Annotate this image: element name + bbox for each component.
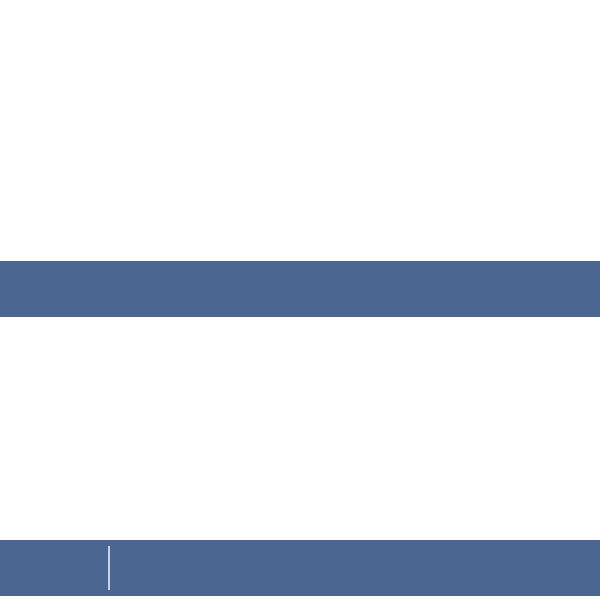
code-editor[interactable]: void printMagicValu System.out.prin } pr… xyxy=(0,0,600,600)
code-line: void printMagicValu xyxy=(0,261,600,317)
selection-bg xyxy=(0,540,600,596)
code-line: System.out.prin xyxy=(0,540,600,596)
selection-bg xyxy=(0,261,600,317)
indent-guide xyxy=(108,546,110,590)
method-name: printMagicValu xyxy=(271,377,595,425)
keyword-void: void xyxy=(184,377,270,425)
